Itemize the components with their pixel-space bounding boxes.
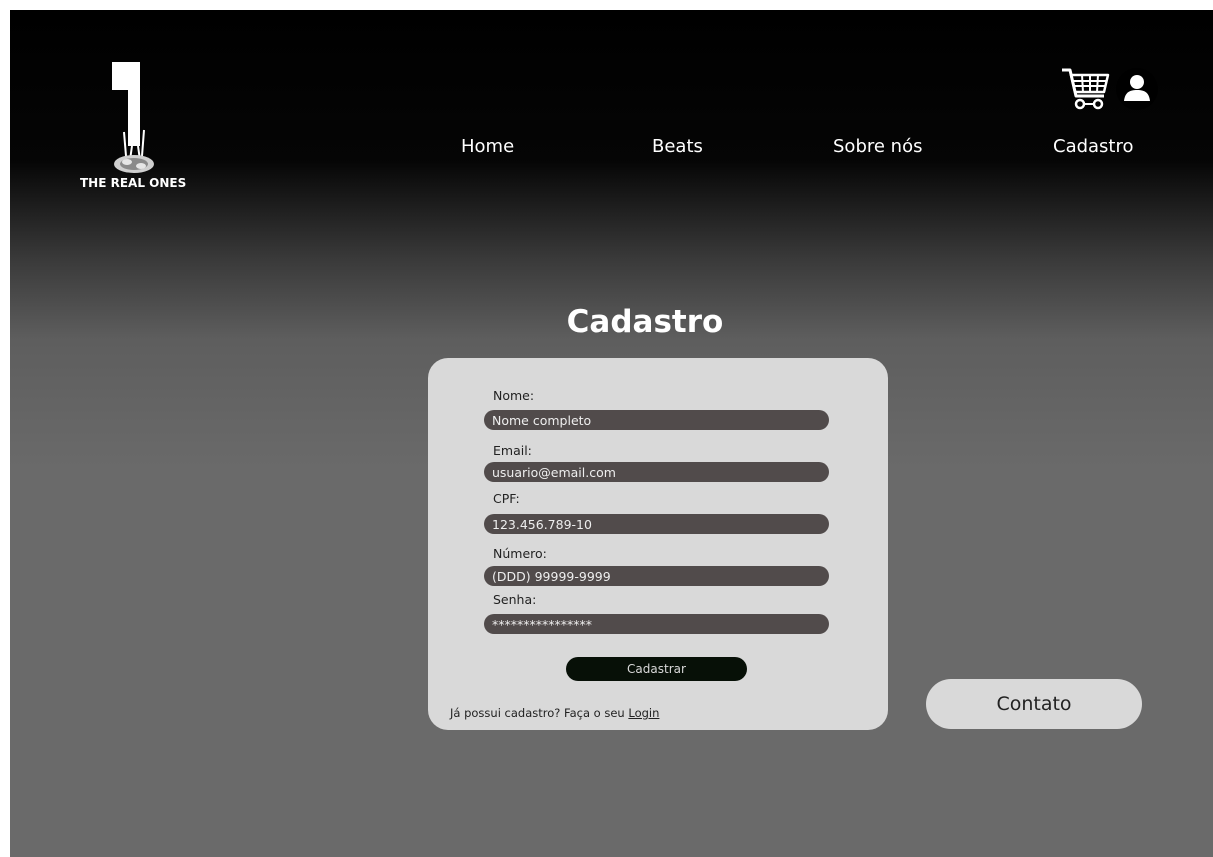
login-prompt-row: Já possui cadastro? Faça o seu Login: [450, 706, 659, 720]
login-link[interactable]: Login: [628, 706, 659, 720]
brand-logo-text: THE REAL ONES: [80, 176, 187, 190]
phone-input[interactable]: [484, 566, 829, 586]
password-input[interactable]: [484, 614, 829, 634]
user-profile-icon[interactable]: [1116, 68, 1158, 110]
nav-item-home[interactable]: Home: [461, 136, 514, 157]
nav-item-beats[interactable]: Beats: [652, 136, 703, 157]
cpf-input[interactable]: [484, 514, 829, 534]
password-label: Senha:: [493, 592, 537, 607]
logo-mark-icon: [112, 62, 154, 173]
nav-item-sobre-nos[interactable]: Sobre nós: [833, 136, 922, 157]
signup-form-card: Nome: Email: CPF: Número: Senha: Cadastr…: [428, 358, 888, 730]
cpf-label: CPF:: [493, 491, 520, 506]
page-title: Cadastro: [566, 304, 724, 340]
name-label: Nome:: [493, 388, 535, 403]
phone-label: Número:: [493, 546, 547, 561]
page: THE REAL ONES Home Beats Sobre nós Cadas…: [10, 10, 1213, 857]
email-label: Email:: [493, 443, 532, 458]
shopping-cart-icon[interactable]: [1060, 66, 1112, 114]
login-prompt-text: Já possui cadastro? Faça o seu: [450, 706, 625, 720]
brand-logo[interactable]: THE REAL ONES: [80, 60, 186, 200]
contato-button[interactable]: Contato: [926, 679, 1142, 729]
email-input[interactable]: [484, 462, 829, 482]
nav-item-cadastro[interactable]: Cadastro: [1053, 136, 1134, 157]
cadastrar-button[interactable]: Cadastrar: [566, 657, 747, 681]
name-input[interactable]: [484, 410, 829, 430]
